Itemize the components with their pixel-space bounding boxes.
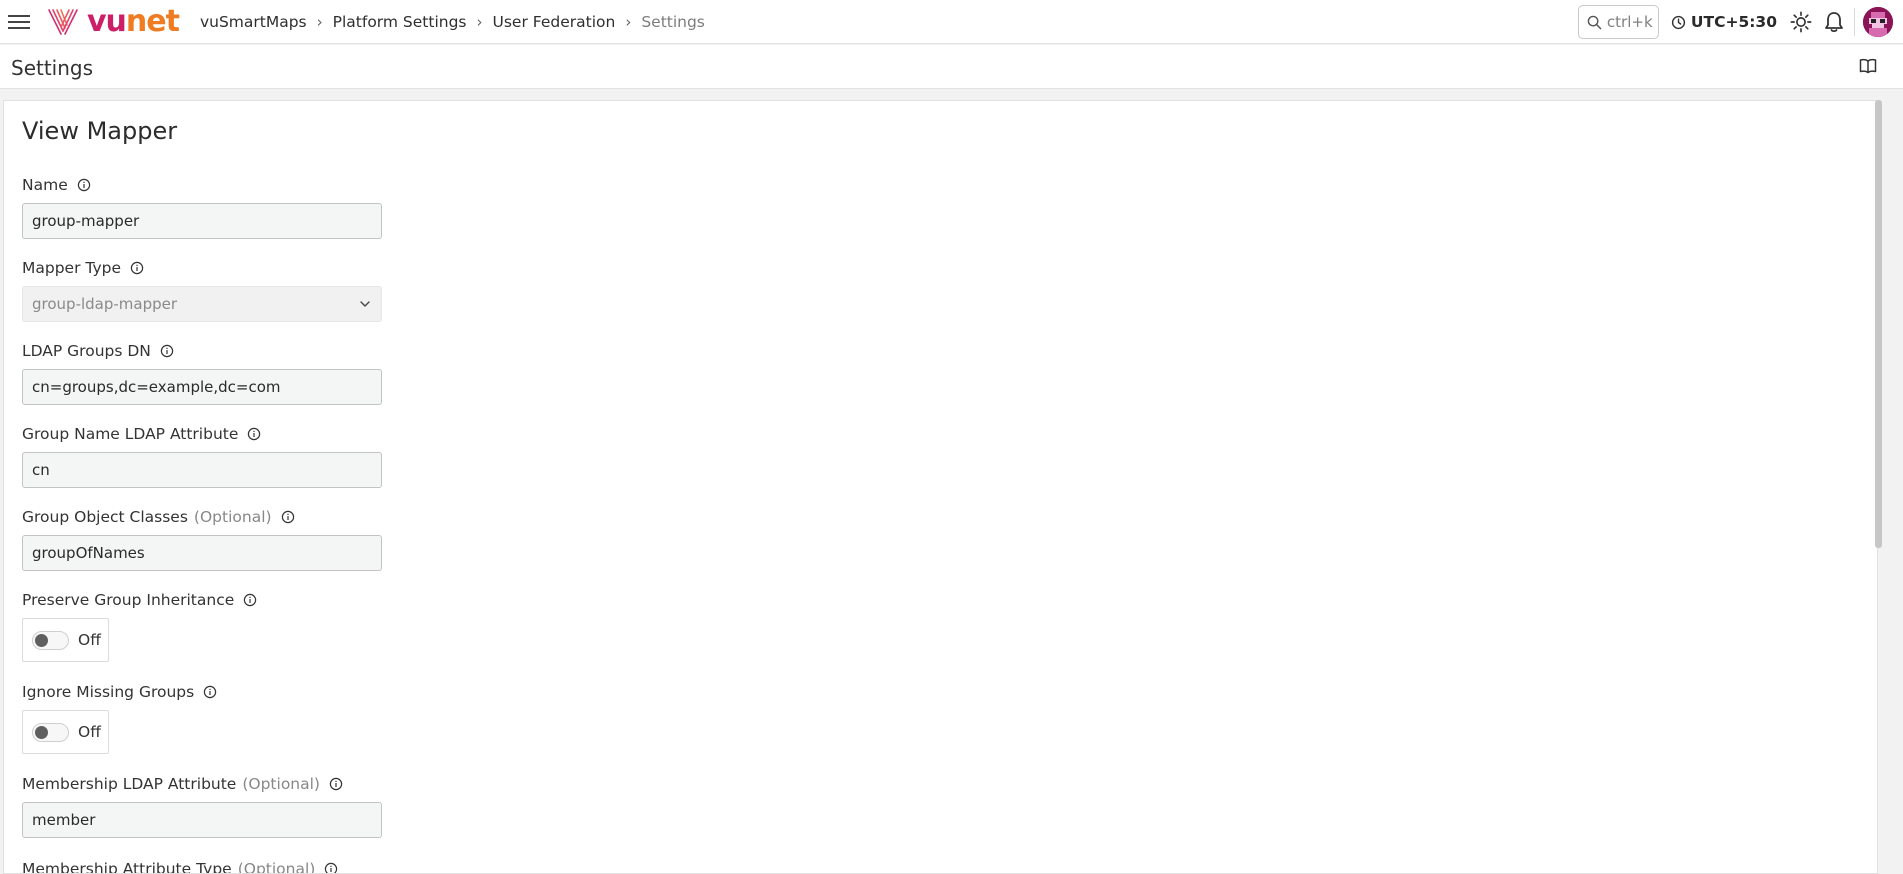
ignore-missing-groups-label-text: Ignore Missing Groups bbox=[22, 683, 195, 701]
group-object-classes-label-text: Group Object Classes bbox=[22, 508, 188, 526]
vertical-scrollbar[interactable] bbox=[1875, 100, 1882, 548]
optional-tag: (Optional) bbox=[237, 860, 316, 874]
mapper-type-label-text: Mapper Type bbox=[22, 259, 121, 277]
ignore-missing-groups-field: Ignore Missing Groups Off bbox=[22, 682, 217, 754]
toggle-switch[interactable] bbox=[32, 722, 69, 742]
toggle-state: Off bbox=[78, 723, 101, 741]
section-title: View Mapper bbox=[22, 117, 178, 145]
mapper-type-value: group-ldap-mapper bbox=[32, 295, 178, 313]
notifications-button[interactable] bbox=[1824, 11, 1844, 33]
info-icon[interactable] bbox=[160, 344, 174, 358]
toggle-state: Off bbox=[78, 631, 101, 649]
breadcrumb: vuSmartMaps › Platform Settings › User F… bbox=[200, 13, 705, 31]
timezone-selector[interactable]: UTC+5:30 bbox=[1671, 13, 1777, 31]
logo-text-vu: vu bbox=[87, 3, 127, 39]
search-icon bbox=[1587, 15, 1602, 29]
logo-text-net: net bbox=[125, 3, 180, 39]
mapper-type-field: Mapper Type group-ldap-mapper bbox=[22, 258, 382, 322]
group-name-attribute-label: Group Name LDAP Attribute bbox=[22, 424, 382, 444]
preserve-group-inheritance-label-text: Preserve Group Inheritance bbox=[22, 591, 235, 609]
clock-icon bbox=[1671, 15, 1686, 29]
bell-icon bbox=[1825, 12, 1843, 33]
logo-text: vunet bbox=[87, 0, 180, 44]
mapper-type-label: Mapper Type bbox=[22, 258, 382, 278]
mapper-type-select[interactable]: group-ldap-mapper bbox=[22, 286, 382, 322]
header-divider bbox=[1854, 8, 1855, 36]
header-actions: ctrl+k UTC+5:30 bbox=[1577, 0, 1903, 44]
group-object-classes-label: Group Object Classes (Optional) bbox=[22, 507, 382, 527]
breadcrumb-separator: › bbox=[625, 12, 632, 31]
breadcrumb-user-federation[interactable]: User Federation bbox=[493, 13, 616, 31]
documentation-button[interactable] bbox=[1859, 58, 1877, 78]
page-title: Settings bbox=[11, 56, 94, 80]
vunet-logo[interactable]: vunet bbox=[47, 0, 180, 44]
ldap-groups-dn-label-text: LDAP Groups DN bbox=[22, 342, 151, 360]
group-name-attribute-field: Group Name LDAP Attribute bbox=[22, 424, 382, 488]
info-icon[interactable] bbox=[130, 261, 144, 275]
group-object-classes-input[interactable] bbox=[22, 535, 382, 571]
name-field: Name bbox=[22, 175, 382, 239]
ignore-missing-groups-label: Ignore Missing Groups bbox=[22, 682, 217, 702]
sun-icon bbox=[1790, 11, 1812, 33]
info-icon[interactable] bbox=[329, 777, 343, 791]
preserve-group-inheritance-field: Preserve Group Inheritance Off bbox=[22, 590, 257, 662]
breadcrumb-vusmartmaps[interactable]: vuSmartMaps bbox=[200, 13, 307, 31]
breadcrumb-settings: Settings bbox=[641, 12, 705, 31]
ignore-missing-groups-toggle[interactable]: Off bbox=[22, 710, 109, 754]
avatar-image bbox=[1863, 7, 1893, 37]
breadcrumb-separator: › bbox=[316, 12, 323, 31]
info-icon[interactable] bbox=[324, 862, 338, 873]
search-shortcut-hint: ctrl+k bbox=[1606, 13, 1653, 31]
book-icon bbox=[1859, 58, 1877, 74]
membership-attribute-type-label-text: Membership Attribute Type bbox=[22, 860, 232, 874]
group-object-classes-field: Group Object Classes (Optional) bbox=[22, 507, 382, 571]
view-mapper-panel: View Mapper Name Mapper Type group-ldap-… bbox=[3, 100, 1878, 874]
group-name-attribute-label-text: Group Name LDAP Attribute bbox=[22, 425, 239, 443]
ldap-groups-dn-field: LDAP Groups DN bbox=[22, 341, 382, 405]
timezone-label: UTC+5:30 bbox=[1690, 13, 1777, 31]
breadcrumb-platform-settings[interactable]: Platform Settings bbox=[333, 13, 467, 31]
info-icon[interactable] bbox=[243, 593, 257, 607]
optional-tag: (Optional) bbox=[242, 775, 320, 793]
vunet-logo-mark bbox=[48, 8, 78, 35]
name-input[interactable] bbox=[22, 203, 382, 239]
name-label: Name bbox=[22, 175, 382, 195]
info-icon[interactable] bbox=[203, 685, 217, 699]
info-icon[interactable] bbox=[77, 178, 91, 192]
global-search[interactable]: ctrl+k bbox=[1577, 5, 1659, 39]
info-icon[interactable] bbox=[247, 427, 261, 441]
membership-attribute-type-label: Membership Attribute Type (Optional) bbox=[22, 859, 338, 874]
ldap-groups-dn-input[interactable] bbox=[22, 369, 382, 405]
breadcrumb-separator: › bbox=[476, 12, 483, 31]
membership-attribute-label-text: Membership LDAP Attribute bbox=[22, 775, 237, 793]
info-icon[interactable] bbox=[281, 510, 295, 524]
toggle-knob bbox=[35, 633, 48, 647]
user-avatar[interactable] bbox=[1863, 7, 1893, 37]
membership-attribute-label: Membership LDAP Attribute (Optional) bbox=[22, 774, 382, 794]
theme-toggle[interactable] bbox=[1790, 11, 1812, 33]
preserve-group-inheritance-label: Preserve Group Inheritance bbox=[22, 590, 257, 610]
membership-attribute-field: Membership LDAP Attribute (Optional) bbox=[22, 774, 382, 838]
toggle-knob bbox=[35, 725, 48, 739]
menu-icon[interactable] bbox=[1, 0, 37, 44]
preserve-group-inheritance-toggle[interactable]: Off bbox=[22, 618, 109, 662]
top-bar: vunet vuSmartMaps › Platform Settings › … bbox=[0, 0, 1903, 44]
ldap-groups-dn-label: LDAP Groups DN bbox=[22, 341, 382, 361]
toggle-switch[interactable] bbox=[32, 630, 69, 650]
chevron-down-icon bbox=[360, 301, 370, 307]
membership-attribute-type-field: Membership Attribute Type (Optional) bbox=[22, 859, 338, 874]
optional-tag: (Optional) bbox=[193, 508, 272, 526]
group-name-attribute-input[interactable] bbox=[22, 452, 382, 488]
page-header: Settings bbox=[0, 45, 1903, 89]
membership-attribute-input[interactable] bbox=[22, 802, 382, 838]
name-label-text: Name bbox=[22, 176, 68, 194]
